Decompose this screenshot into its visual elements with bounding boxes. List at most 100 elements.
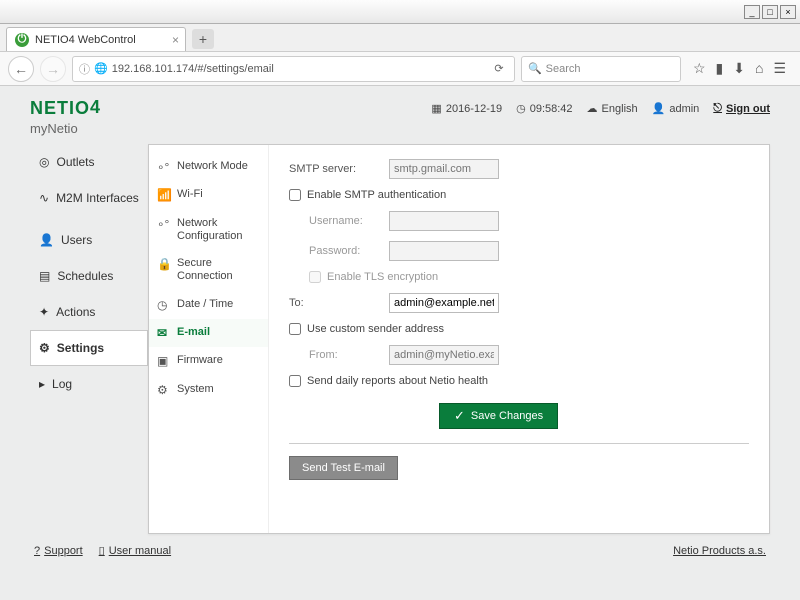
username-label: Username:	[289, 215, 389, 227]
calendar-icon: ▦	[431, 102, 441, 115]
enable-tls-checkbox[interactable]	[309, 271, 321, 283]
nav-schedules[interactable]: ▤Schedules	[30, 258, 148, 294]
user-icon: 👤	[652, 102, 666, 115]
company-link[interactable]: Netio Products a.s.	[673, 545, 766, 557]
new-tab-button[interactable]: +	[192, 29, 214, 49]
email-form: SMTP server: Enable SMTP authentication …	[269, 145, 769, 533]
forward-button[interactable]: →	[40, 56, 66, 82]
manual-link[interactable]: ▯User manual	[99, 544, 171, 557]
nav-m2m[interactable]: ∿M2M Interfaces	[30, 180, 148, 216]
log-icon: ▸	[39, 377, 45, 391]
subnav-system[interactable]: ⚙System	[149, 376, 268, 404]
smtp-server-input[interactable]	[389, 159, 499, 179]
gear-icon: ⚙	[39, 341, 50, 355]
globe-icon: 🌐	[94, 62, 108, 75]
chip-icon: ▣	[157, 354, 171, 368]
speech-icon: ☁	[587, 102, 598, 115]
info-icon: ⓘ	[79, 61, 90, 77]
doc-icon: ▯	[99, 544, 105, 557]
page-content: NETIO4 ▦2016-12-19 ◷09:58:42 ☁English 👤a…	[0, 86, 800, 600]
subnav-secure[interactable]: 🔒Secure Connection	[149, 250, 268, 290]
outlet-icon: ◎	[39, 155, 49, 169]
username-input[interactable]	[389, 211, 499, 231]
tab-title: NETIO4 WebControl	[35, 34, 136, 46]
system-icon: ⚙	[157, 383, 171, 397]
url-bar[interactable]: ⓘ 🌐 192.168.101.174/#/settings/email ⟳	[72, 56, 515, 82]
page-header: NETIO4 ▦2016-12-19 ◷09:58:42 ☁English 👤a…	[30, 98, 770, 119]
support-link[interactable]: ?Support	[34, 544, 83, 557]
password-input[interactable]	[389, 241, 499, 261]
custom-sender-checkbox[interactable]	[289, 323, 301, 335]
nav-outlets[interactable]: ◎Outlets	[30, 144, 148, 180]
browser-tab[interactable]: ⏻ NETIO4 WebControl ×	[6, 27, 186, 51]
device-name: myNetio	[30, 121, 770, 136]
search-icon: 🔍	[528, 62, 542, 75]
window-minimize-button[interactable]: _	[744, 5, 760, 19]
browser-toolbar: ← → ⓘ 🌐 192.168.101.174/#/settings/email…	[0, 52, 800, 86]
nav-users[interactable]: 👤Users	[30, 222, 148, 258]
exit-icon: ⎋	[713, 102, 722, 115]
enable-tls-label: Enable TLS encryption	[327, 271, 438, 283]
brand-logo: NETIO4	[30, 98, 101, 118]
wifi-icon: 📶	[157, 188, 171, 202]
menu-icon[interactable]: ☰	[773, 60, 786, 77]
back-button[interactable]: ←	[8, 56, 34, 82]
person-icon: 👤	[39, 233, 54, 247]
signout-link[interactable]: ⎋Sign out	[713, 102, 770, 115]
window-titlebar: _ □ ×	[0, 0, 800, 24]
check-icon: ✓	[454, 408, 465, 424]
subnav-network-mode[interactable]: ∘°Network Mode	[149, 153, 268, 181]
url-text: 192.168.101.174/#/settings/email	[112, 63, 274, 75]
from-input[interactable]	[389, 345, 499, 365]
tab-close-icon[interactable]: ×	[172, 33, 179, 47]
daily-reports-checkbox[interactable]	[289, 375, 301, 387]
mail-icon: ✉	[157, 326, 171, 340]
window-maximize-button[interactable]: □	[762, 5, 778, 19]
link-icon: ∿	[39, 191, 49, 205]
send-test-button[interactable]: Send Test E-mail	[289, 456, 398, 480]
password-label: Password:	[289, 245, 389, 257]
header-time: ◷09:58:42	[516, 102, 572, 115]
subnav-firmware[interactable]: ▣Firmware	[149, 347, 268, 375]
main-nav: ◎Outlets ∿M2M Interfaces 👤Users ▤Schedul…	[30, 144, 148, 534]
bookmark-icon[interactable]: ☆	[693, 60, 706, 77]
settings-subnav: ∘°Network Mode 📶Wi-Fi ∘°Network Configur…	[149, 145, 269, 533]
nav-log[interactable]: ▸Log	[30, 366, 148, 402]
to-label: To:	[289, 297, 389, 309]
pocket-icon[interactable]: ▮	[716, 60, 724, 77]
daily-reports-label: Send daily reports about Netio health	[307, 375, 488, 387]
nodes-icon: ∘°	[157, 160, 171, 174]
help-icon: ?	[34, 545, 40, 557]
from-label: From:	[289, 349, 389, 361]
clock-icon: ◷	[157, 298, 171, 312]
window-close-button[interactable]: ×	[780, 5, 796, 19]
to-input[interactable]	[389, 293, 499, 313]
lock-icon: 🔒	[157, 257, 171, 271]
downloads-icon[interactable]: ⬇	[733, 60, 745, 77]
nav-actions[interactable]: ✦Actions	[30, 294, 148, 330]
enable-auth-checkbox[interactable]	[289, 189, 301, 201]
search-bar[interactable]: 🔍 Search	[521, 56, 681, 82]
toolbar-icons: ☆ ▮ ⬇ ⌂ ☰	[687, 60, 792, 77]
subnav-datetime[interactable]: ◷Date / Time	[149, 291, 268, 319]
subnav-email[interactable]: ✉E-mail	[149, 319, 268, 347]
clock-icon: ◷	[516, 102, 526, 115]
save-button[interactable]: ✓ Save Changes	[439, 403, 558, 429]
subnav-wifi[interactable]: 📶Wi-Fi	[149, 181, 268, 209]
header-user[interactable]: 👤admin	[652, 102, 700, 115]
wand-icon: ✦	[39, 305, 49, 319]
custom-sender-label: Use custom sender address	[307, 323, 444, 335]
nav-settings[interactable]: ⚙Settings	[30, 330, 148, 366]
schedule-icon: ▤	[39, 269, 50, 283]
enable-auth-label: Enable SMTP authentication	[307, 189, 446, 201]
reload-icon[interactable]: ⟳	[490, 62, 508, 75]
smtp-server-label: SMTP server:	[289, 163, 389, 175]
search-placeholder: Search	[546, 63, 581, 75]
network-icon: ∘°	[157, 217, 171, 231]
divider	[289, 443, 749, 444]
home-icon[interactable]: ⌂	[755, 60, 763, 77]
header-language[interactable]: ☁English	[587, 102, 638, 115]
subnav-network-config[interactable]: ∘°Network Configuration	[149, 210, 268, 250]
settings-panel: ∘°Network Mode 📶Wi-Fi ∘°Network Configur…	[148, 144, 770, 534]
footer: ?Support ▯User manual Netio Products a.s…	[30, 534, 770, 567]
